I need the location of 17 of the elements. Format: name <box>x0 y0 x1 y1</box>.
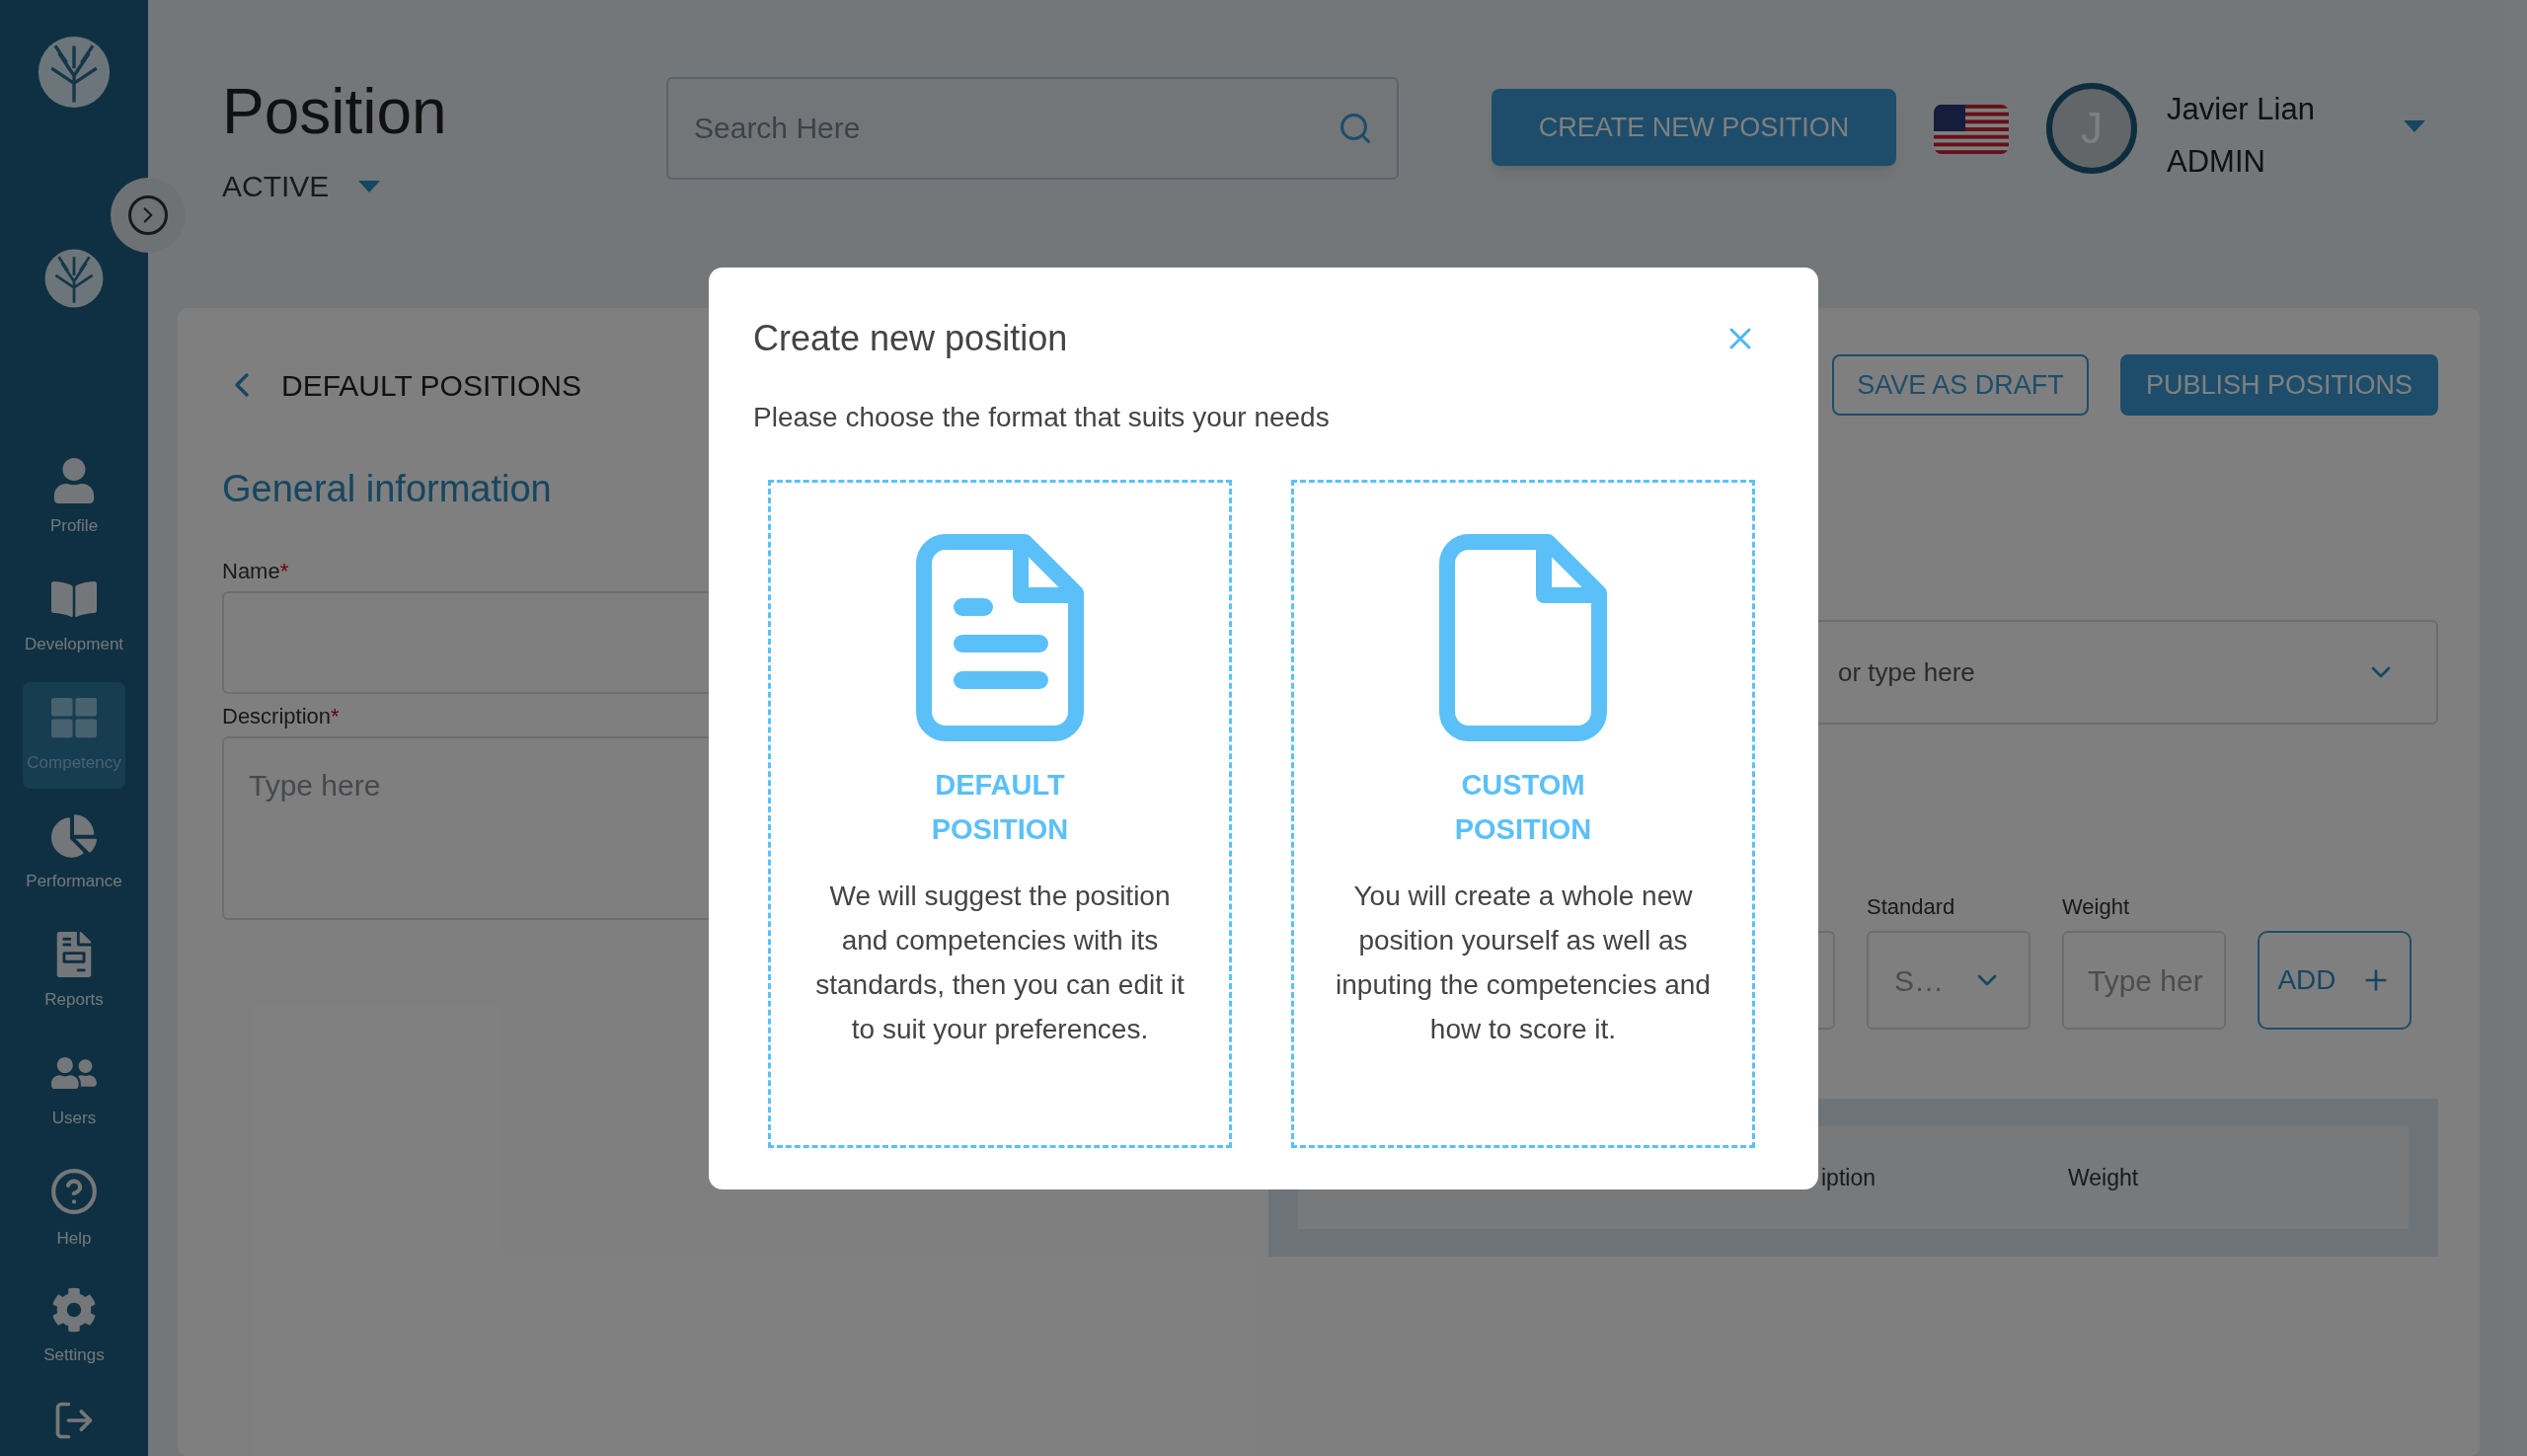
breadcrumb-title: DEFAULT POSITIONS <box>281 367 581 404</box>
column-header: iption <box>1821 1163 1876 1192</box>
section-title: General information <box>222 467 553 511</box>
field-label: Description* <box>222 703 341 730</box>
page-title: Position <box>222 77 448 146</box>
modal-subtitle: Please choose the format that suits your needs <box>753 401 1331 434</box>
field-label: Name* <box>222 558 290 585</box>
user-name: Javier Lian <box>2167 91 2315 128</box>
user-role: ADMIN <box>2167 142 2266 181</box>
field-label: Standard <box>1867 893 1956 921</box>
option-title: DEFAULT POSITION <box>931 768 1069 847</box>
field-label: Weight <box>2062 893 2131 921</box>
option-description: We will suggest the position and competencies with its standards, then you can edit it to suit your preferences. <box>814 880 1186 1046</box>
column-header: Weight <box>2068 1163 2139 1192</box>
option-title: CUSTOM POSITION <box>1454 768 1592 847</box>
modal-title: Create new position <box>753 317 1068 360</box>
option-description: You will create a whole new position yourself as well as inputing the competencies and how to score it. <box>1335 880 1712 1046</box>
